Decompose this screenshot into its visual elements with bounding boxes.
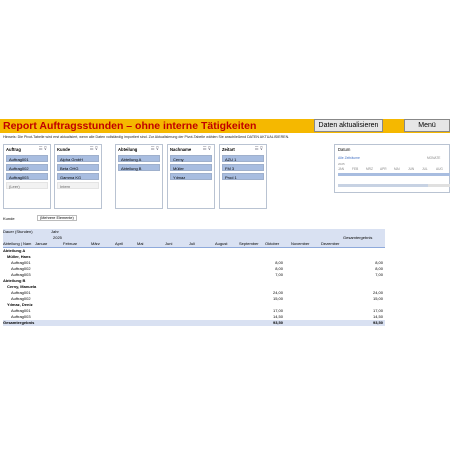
slicer-item[interactable]: AZU 1	[222, 155, 264, 162]
timeline-title: Datum	[338, 147, 351, 152]
slicer-filter-icon[interactable]: ☰⊽	[255, 146, 264, 152]
slicer-title: Kunde	[57, 147, 71, 152]
slicer-filter-icon[interactable]: ☰⊽	[203, 146, 212, 152]
timeline-month[interactable]: FEB	[352, 167, 358, 171]
slicer-filter-icon[interactable]: ☰⊽	[39, 146, 48, 152]
timeline-year-label: 2025	[338, 162, 345, 166]
grand-total-value: 93,50	[372, 320, 383, 325]
slicer-item[interactable]: Auftrag001	[6, 155, 48, 162]
timeline-month[interactable]: MRZ	[366, 167, 373, 171]
slicer-item[interactable]: Auftrag003	[6, 173, 48, 180]
grand-total-row: Gesamtergebnis 93,50 93,50	[3, 320, 385, 326]
timeline-month[interactable]: JUL	[422, 167, 428, 171]
slicer-abteilung[interactable]: Abteilung ☰⊽ Abteilung A Abteilung B	[115, 144, 163, 209]
slicer-item[interactable]: Alpha GmbH	[57, 155, 99, 162]
slicer-item[interactable]: Gamma KG	[57, 173, 99, 180]
timeline-period-label: Alle Zeiträume	[338, 156, 360, 160]
timeline-month[interactable]: MAI	[394, 167, 400, 171]
slicer-nachname[interactable]: Nachname ☰⊽ Cerny Müller Yılmaz	[167, 144, 215, 209]
timeline-scroll-thumb[interactable]	[338, 184, 428, 187]
hint-text: Hinweis: Die Pivot-Tabelle wird erst akt…	[3, 135, 290, 139]
timeline-month[interactable]: JUN	[408, 167, 414, 171]
timeline-month[interactable]: APR	[380, 167, 387, 171]
slicer-item[interactable]: Prod 1	[222, 173, 264, 180]
slicer-item[interactable]: Yılmaz	[170, 173, 212, 180]
slicer-title: Abteilung	[118, 147, 138, 152]
slicer-item[interactable]: Intern	[57, 182, 99, 189]
slicer-auftrag[interactable]: Auftrag ☰⊽ Auftrag001 Auftrag002 Auftrag003 (…	[3, 144, 51, 209]
slicer-kunde[interactable]: Kunde ☰⊽ Alpha GmbH Beta OHG Gamma KG Intern	[54, 144, 102, 209]
timeline-level-dropdown[interactable]: MONATE	[427, 156, 440, 160]
slicer-item[interactable]: FM 3	[222, 164, 264, 171]
slicer-filter-icon[interactable]: ☰⊽	[151, 146, 160, 152]
slicer-item[interactable]: (Leer)	[6, 182, 48, 189]
report-title: Report Auftragsstunden – ohne interne Tä…	[3, 120, 257, 132]
slicer-title: Nachname	[170, 147, 192, 152]
filter-label: Kunde	[3, 216, 15, 221]
date-timeline[interactable]: Datum Alle Zeiträume MONATE 2025 JAN FEB M…	[334, 144, 450, 193]
slicer-title: Auftrag	[6, 147, 21, 152]
timeline-month[interactable]: JAN	[338, 167, 344, 171]
slicer-filter-icon[interactable]: ☰⊽	[90, 146, 99, 152]
slicer-item[interactable]: Müller	[170, 164, 212, 171]
grand-total-label: Gesamtergebnis	[3, 320, 35, 325]
slicer-zeitart[interactable]: Zeitart ☰⊽ AZU 1 FM 3 Prod 1	[219, 144, 267, 209]
timeline-month[interactable]: AUG	[436, 167, 443, 171]
slicer-item[interactable]: Beta OHG	[57, 164, 99, 171]
filter-dropdown[interactable]: (Mehrere Elemente)	[37, 215, 77, 221]
slicer-title: Zeitart	[222, 147, 235, 152]
grand-total-oktober: 93,50	[272, 320, 283, 325]
refresh-data-button[interactable]: Daten aktualisieren	[314, 119, 383, 132]
slicer-item[interactable]: Abteilung B	[118, 164, 160, 171]
slicer-item[interactable]: Abteilung A	[118, 155, 160, 162]
timeline-selection-bar[interactable]	[338, 173, 450, 176]
slicer-item[interactable]: Cerny	[170, 155, 212, 162]
menu-button[interactable]: Menü	[404, 119, 450, 132]
slicer-item[interactable]: Auftrag002	[6, 164, 48, 171]
